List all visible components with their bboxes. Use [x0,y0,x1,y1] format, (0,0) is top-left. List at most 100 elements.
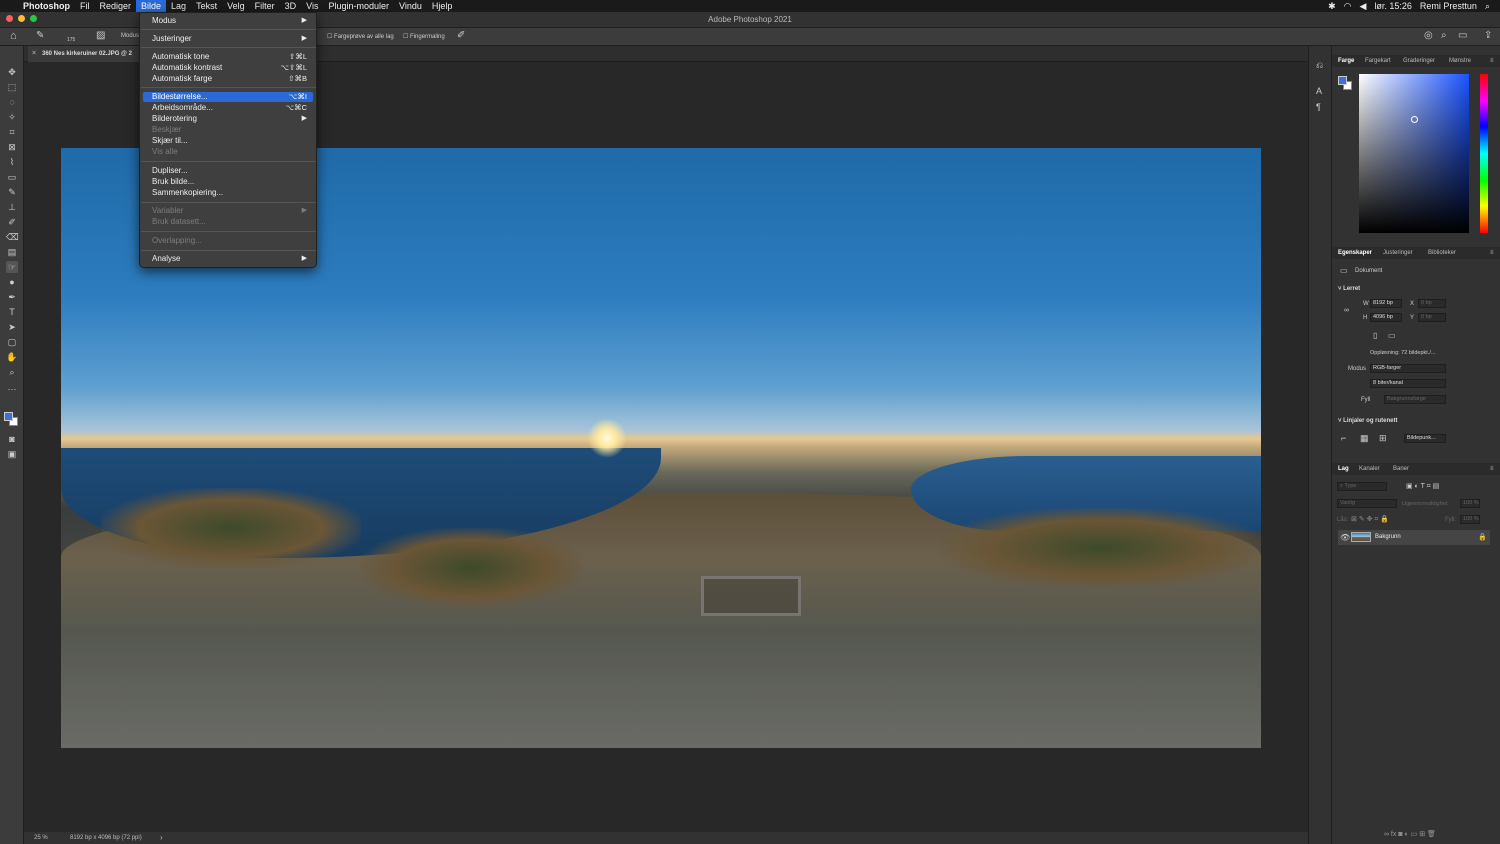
quick-select-tool-icon[interactable]: ✧ [6,111,18,123]
mode-select[interactable]: RGB-farger [1370,364,1446,373]
menu-item-skjaer-til[interactable]: Skjær til... [143,136,313,146]
menu-item-bruk-bilde[interactable]: Bruk bilde... [143,177,313,187]
hand-tool-icon[interactable]: ✋ [6,351,18,363]
rulers-section-header[interactable]: ˅ Linjaler og rutenett [1338,418,1398,424]
sample-all-layers-checkbox[interactable]: ☐ Fargeprøve av alle lag [327,33,394,40]
panel-menu-icon[interactable]: ≡ [1490,250,1494,256]
menu-vis[interactable]: Vis [301,0,323,12]
menu-vindu[interactable]: Vindu [394,0,427,12]
menu-rediger[interactable]: Rediger [95,0,137,12]
quick-mask-icon[interactable]: ◙ [6,433,18,445]
menu-lag[interactable]: Lag [166,0,191,12]
smudge-tool-icon[interactable]: ☞ [6,261,18,273]
tab-justeringer[interactable]: Justeringer [1383,250,1413,256]
menu-3d[interactable]: 3D [280,0,302,12]
tab-egenskaper[interactable]: Egenskaper [1338,250,1372,256]
menu-bilde[interactable]: Bilde [136,0,167,12]
landscape-orientation-icon[interactable]: ▭ [1388,331,1396,340]
color-picker-field[interactable] [1359,74,1469,233]
tab-fargekart[interactable]: Fargekart [1365,58,1391,64]
zoom-tool-icon[interactable]: ⌕ [6,366,18,378]
menu-tekst[interactable]: Tekst [191,0,222,12]
menu-item-automatisk-kontrast[interactable]: Automatisk kontrast ⌥⇧⌘L [143,63,313,73]
height-field[interactable]: 4096 bp [1370,313,1402,322]
layer-fill-field[interactable]: 100 % [1460,515,1480,524]
clock[interactable]: lør. 15:26 [1374,1,1412,11]
menu-fil[interactable]: Fil [75,0,95,12]
lock-icons[interactable]: ⊠ ✎ ✥ ⌗ 🔒 [1351,515,1389,524]
user-name[interactable]: Remi Presttun [1420,1,1477,11]
tab-kanaler[interactable]: Kanaler [1359,466,1380,472]
menu-item-automatisk-farge[interactable]: Automatisk farge ⇧⌘B [143,74,313,84]
healing-brush-tool-icon[interactable]: ▭ [6,171,18,183]
menu-velg[interactable]: Velg [222,0,250,12]
foreground-color-swatch[interactable] [4,412,13,421]
menu-item-dupliser[interactable]: Dupliser... [143,166,313,176]
menu-item-analyse[interactable]: Analyse ▶ [143,254,313,264]
y-field[interactable]: 0 bp [1418,313,1446,322]
status-chevron-icon[interactable]: › [160,833,163,842]
opacity-field[interactable]: 100 % [1460,499,1480,508]
bluetooth-icon[interactable]: ✱ [1328,1,1336,12]
eraser-tool-icon[interactable]: ⌫ [6,231,19,243]
tab-farge[interactable]: Farge [1338,58,1354,64]
menu-item-justeringer[interactable]: Justeringer ▶ [143,34,313,44]
zoom-level[interactable]: 25 % [34,835,48,841]
width-field[interactable]: 8192 bp [1370,299,1402,308]
brush-tool-icon[interactable]: ✎ [6,186,18,198]
frame-tool-icon[interactable]: ⊠ [6,141,18,153]
menu-item-arbeidsomrade[interactable]: Arbeidsområde... ⌥⌘C [143,103,313,113]
menu-filter[interactable]: Filter [250,0,280,12]
volume-icon[interactable]: ◀ [1359,1,1366,12]
search-icon[interactable]: ⌕ [1485,1,1490,12]
search-icon[interactable]: ⌕ [1441,30,1447,41]
units-select[interactable]: Bildepunk... [1404,434,1446,443]
menu-item-automatisk-tone[interactable]: Automatisk tone ⇧⌘L [143,52,313,62]
wifi-icon[interactable]: ◠ [1344,1,1352,12]
close-tab-icon[interactable]: × [32,50,36,57]
pen-tool-icon[interactable]: ✒ [6,291,18,303]
share-icon[interactable]: ⇪ [1484,30,1492,41]
menu-item-bilderotering[interactable]: Bilderotering ▶ [143,114,313,124]
rectangle-tool-icon[interactable]: ▢ [6,336,18,348]
link-icon[interactable]: ∞ [1344,307,1349,314]
layer-filter-icons[interactable]: ▣ ◐ T ⌗ ▤ [1406,482,1439,491]
bit-depth-select[interactable]: 8 biter/kanal [1370,379,1446,388]
color-picker-cursor[interactable] [1411,116,1418,123]
layer-search-input[interactable]: ⌕ Type [1337,482,1387,491]
tab-baner[interactable]: Baner [1393,466,1409,472]
brush-panel-icon[interactable]: ▨ [96,30,105,41]
eyedropper-tool-icon[interactable]: ⌇ [6,156,18,168]
apple-icon[interactable] [0,0,18,12]
tab-biblioteker[interactable]: Biblioteker [1428,250,1456,256]
panel-menu-icon[interactable]: ≡ [1490,466,1494,472]
clone-stamp-tool-icon[interactable]: ⊥ [6,201,18,213]
history-brush-tool-icon[interactable]: ✐ [6,216,18,228]
menu-item-sammenkopiering[interactable]: Sammenkopiering... [143,188,313,198]
blend-mode-select[interactable]: Vanlig [1337,499,1397,508]
tab-lag[interactable]: Lag [1338,466,1349,472]
workspace-icon[interactable]: ▭ [1458,30,1467,41]
tab-graderinger[interactable]: Graderinger [1403,58,1435,64]
x-field[interactable]: 0 bp [1418,299,1446,308]
menu-plugin-moduler[interactable]: Plugin-moduler [323,0,394,12]
guides-icon[interactable]: ⊞ [1379,433,1387,444]
paragraph-icon[interactable]: ¶ [1316,102,1321,112]
document-info[interactable]: 8192 bp x 4096 bp (72 ppi) [70,835,142,841]
menu-app[interactable]: Photoshop [18,0,75,12]
finger-painting-checkbox[interactable]: ☐ Fingermaling [403,33,445,40]
panel-menu-icon[interactable]: ≡ [1490,58,1494,64]
cloud-docs-icon[interactable]: ◎ [1424,30,1433,41]
layer-visibility-eye-icon[interactable]: 👁 [1340,533,1350,542]
portrait-orientation-icon[interactable]: ▯ [1373,331,1377,340]
menu-item-modus[interactable]: Modus ▶ [143,16,313,26]
history-icon[interactable]: ⎌ [1316,60,1323,71]
home-icon[interactable]: ⌂ [10,30,17,42]
crop-tool-icon[interactable]: ⌗ [6,126,18,138]
canvas-section-header[interactable]: ˅ Lerret [1338,286,1360,292]
layers-footer-icons[interactable]: ∞ fx ◙ ◐ ▭ ⊞ 🗑 [1384,830,1436,838]
fill-select[interactable]: Bakgrunnsfarge [1384,395,1446,404]
grid-icon[interactable]: ▦ [1360,433,1369,444]
type-tool-icon[interactable]: T [6,306,18,318]
menu-item-bildestorrelse[interactable]: Bildestørrelse... ⌥⌘I [143,92,313,102]
